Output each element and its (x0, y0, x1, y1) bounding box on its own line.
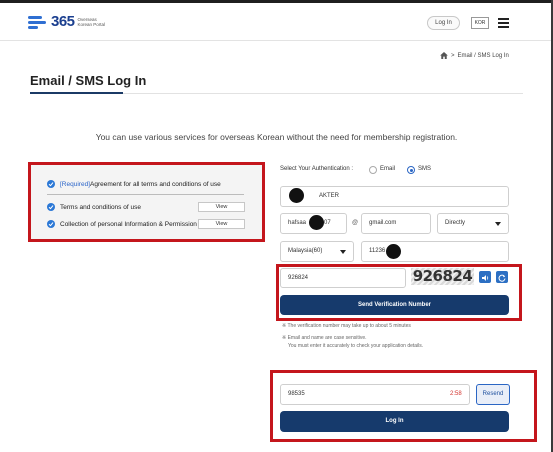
header-login-button[interactable]: Log In (427, 16, 460, 30)
privacy-checkbox[interactable]: Collection of personal Information & Per… (47, 220, 197, 228)
radio-sms-label: SMS (418, 166, 432, 172)
refresh-captcha-button[interactable] (496, 271, 508, 283)
captcha-input[interactable]: 926824 (280, 268, 406, 288)
send-verification-button[interactable]: Send Verification Number (280, 295, 509, 315)
terms-label: Terms and conditions of use (60, 203, 141, 211)
agreement-panel: [Required] Agreement for all terms and c… (28, 162, 265, 242)
home-icon[interactable] (440, 52, 448, 59)
email-at-sign: @ (352, 220, 359, 226)
case-sensitive-note: ※ Email and name are case sensitive. (282, 335, 367, 341)
radio-sms[interactable] (407, 166, 415, 174)
email-domain-select[interactable]: Directly (437, 213, 509, 234)
logo-number: 365 (51, 13, 75, 30)
breadcrumb-separator: > (451, 52, 455, 59)
logo-swoosh-icon (28, 14, 50, 30)
verification-code-input[interactable]: 98535 (280, 384, 470, 405)
checkmark-icon (47, 180, 55, 188)
redaction-mark (309, 215, 324, 230)
radio-email[interactable] (369, 166, 377, 174)
required-tag: [Required] (60, 180, 90, 188)
site-logo[interactable]: 365 Overseas Korean Portal (28, 13, 105, 30)
logo-subtitle: Overseas Korean Portal (77, 16, 106, 27)
page-title: Email / SMS Log In (30, 73, 147, 88)
redaction-mark (386, 244, 401, 259)
intro-text: You can use various services for oversea… (95, 132, 458, 142)
radio-email-label: Email (380, 166, 396, 172)
countdown-timer: 2:58 (450, 391, 462, 397)
title-underline (30, 92, 123, 94)
email-domain-input[interactable]: gmail.com (361, 213, 431, 234)
agree-all-label: Agreement for all terms and conditions o… (90, 180, 221, 188)
redaction-mark (289, 188, 304, 203)
terms-view-button[interactable]: View (198, 202, 245, 212)
breadcrumb: > Email / SMS Log In (440, 52, 509, 59)
refresh-icon (498, 274, 506, 282)
resend-button[interactable]: Resend (476, 384, 510, 405)
terms-checkbox[interactable]: Terms and conditions of use (47, 203, 141, 211)
speaker-icon (482, 275, 489, 281)
checkmark-icon (47, 220, 55, 228)
language-button[interactable]: KOR (471, 17, 489, 29)
hamburger-menu-icon[interactable] (498, 18, 509, 28)
site-header: 365 Overseas Korean Portal Log In KOR (0, 3, 551, 41)
verification-note: ※ The verification number may take up to… (282, 323, 411, 329)
agree-all-checkbox[interactable]: [Required] Agreement for all terms and c… (47, 180, 221, 188)
privacy-view-button[interactable]: View (198, 219, 245, 229)
country-code-select[interactable]: Malaysia(60) (280, 241, 354, 262)
checkmark-icon (47, 203, 55, 211)
privacy-label: Collection of personal Information & Per… (60, 220, 197, 228)
auth-label: Select Your Authentication : (280, 166, 354, 172)
phone-input[interactable]: 11236 (361, 241, 509, 262)
login-submit-button[interactable]: Log In (280, 411, 509, 432)
accuracy-note: You must enter it accurately to check yo… (288, 343, 424, 349)
breadcrumb-current: Email / SMS Log In (457, 52, 509, 59)
name-input[interactable]: AKTER (280, 186, 509, 207)
agreement-divider (47, 194, 244, 195)
audio-captcha-button[interactable] (479, 271, 491, 283)
captcha-image: 926824 (411, 267, 474, 285)
